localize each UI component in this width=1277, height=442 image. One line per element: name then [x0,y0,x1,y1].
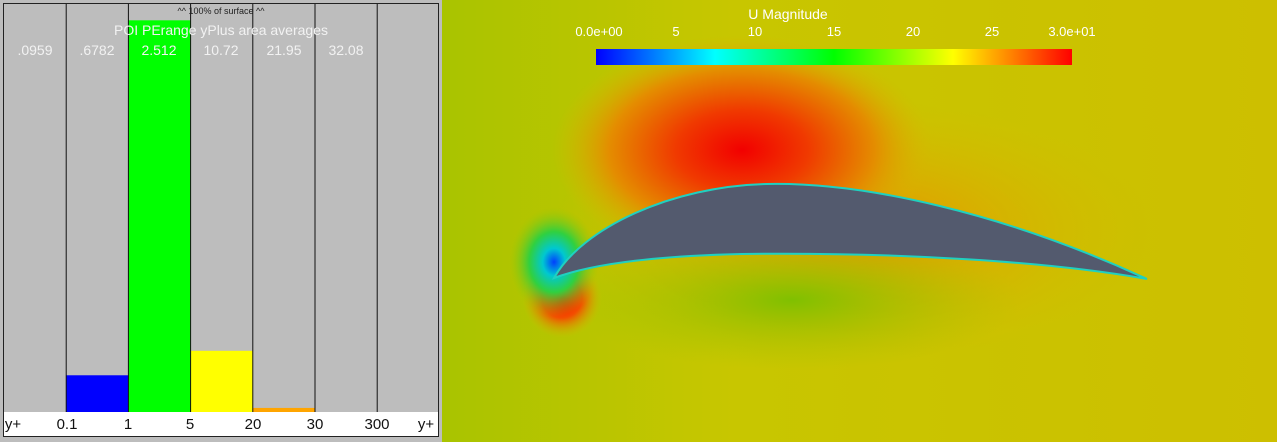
x-tick-label: y+ [4,416,22,433]
colorbar-tick-label: 15 [826,24,842,39]
colorbar-tick-label: 3.0e+01 [1048,24,1096,39]
x-tick-label: 5 [185,416,195,433]
bin-average-label: .0959 [17,42,53,58]
colorbar-tick-label: 20 [905,24,921,39]
x-tick-label: y+ [417,416,435,433]
x-tick-label: 30 [306,416,324,433]
colorbar-tick-label: 5 [672,24,680,39]
colorbar-tick-label: 0.0e+00 [575,24,623,39]
bin-average-label: .6782 [79,42,115,58]
histogram-frame [3,3,439,437]
x-tick-label: 300 [364,416,390,433]
contour-plot [442,0,1277,442]
histogram-note: ^^ 100% of surface ^^ [177,6,265,16]
x-tick-label: 0.1 [56,416,78,433]
colorbar-tick-label: 25 [984,24,1000,39]
bin-average-label: 21.95 [266,42,302,58]
bin-average-label: 32.08 [328,42,364,58]
bin-average-label: 2.512 [141,42,177,58]
colorbar-gradient [596,49,1072,65]
velocity-contour-view[interactable]: U Magnitude 0.0e+00 5 10 15 20 25 3.0e+0… [442,0,1277,442]
x-tick-label: 1 [123,416,133,433]
bin-average-label: 10.72 [203,42,239,58]
x-tick-label: 20 [244,416,262,433]
colorbar-title: U Magnitude [748,6,828,22]
yplus-histogram: ^^ 100% of surface ^^ POI PErange yPlus … [0,0,442,442]
colorbar-tick-label: 10 [747,24,763,39]
histogram-title: POI PErange yPlus area averages [113,22,328,38]
